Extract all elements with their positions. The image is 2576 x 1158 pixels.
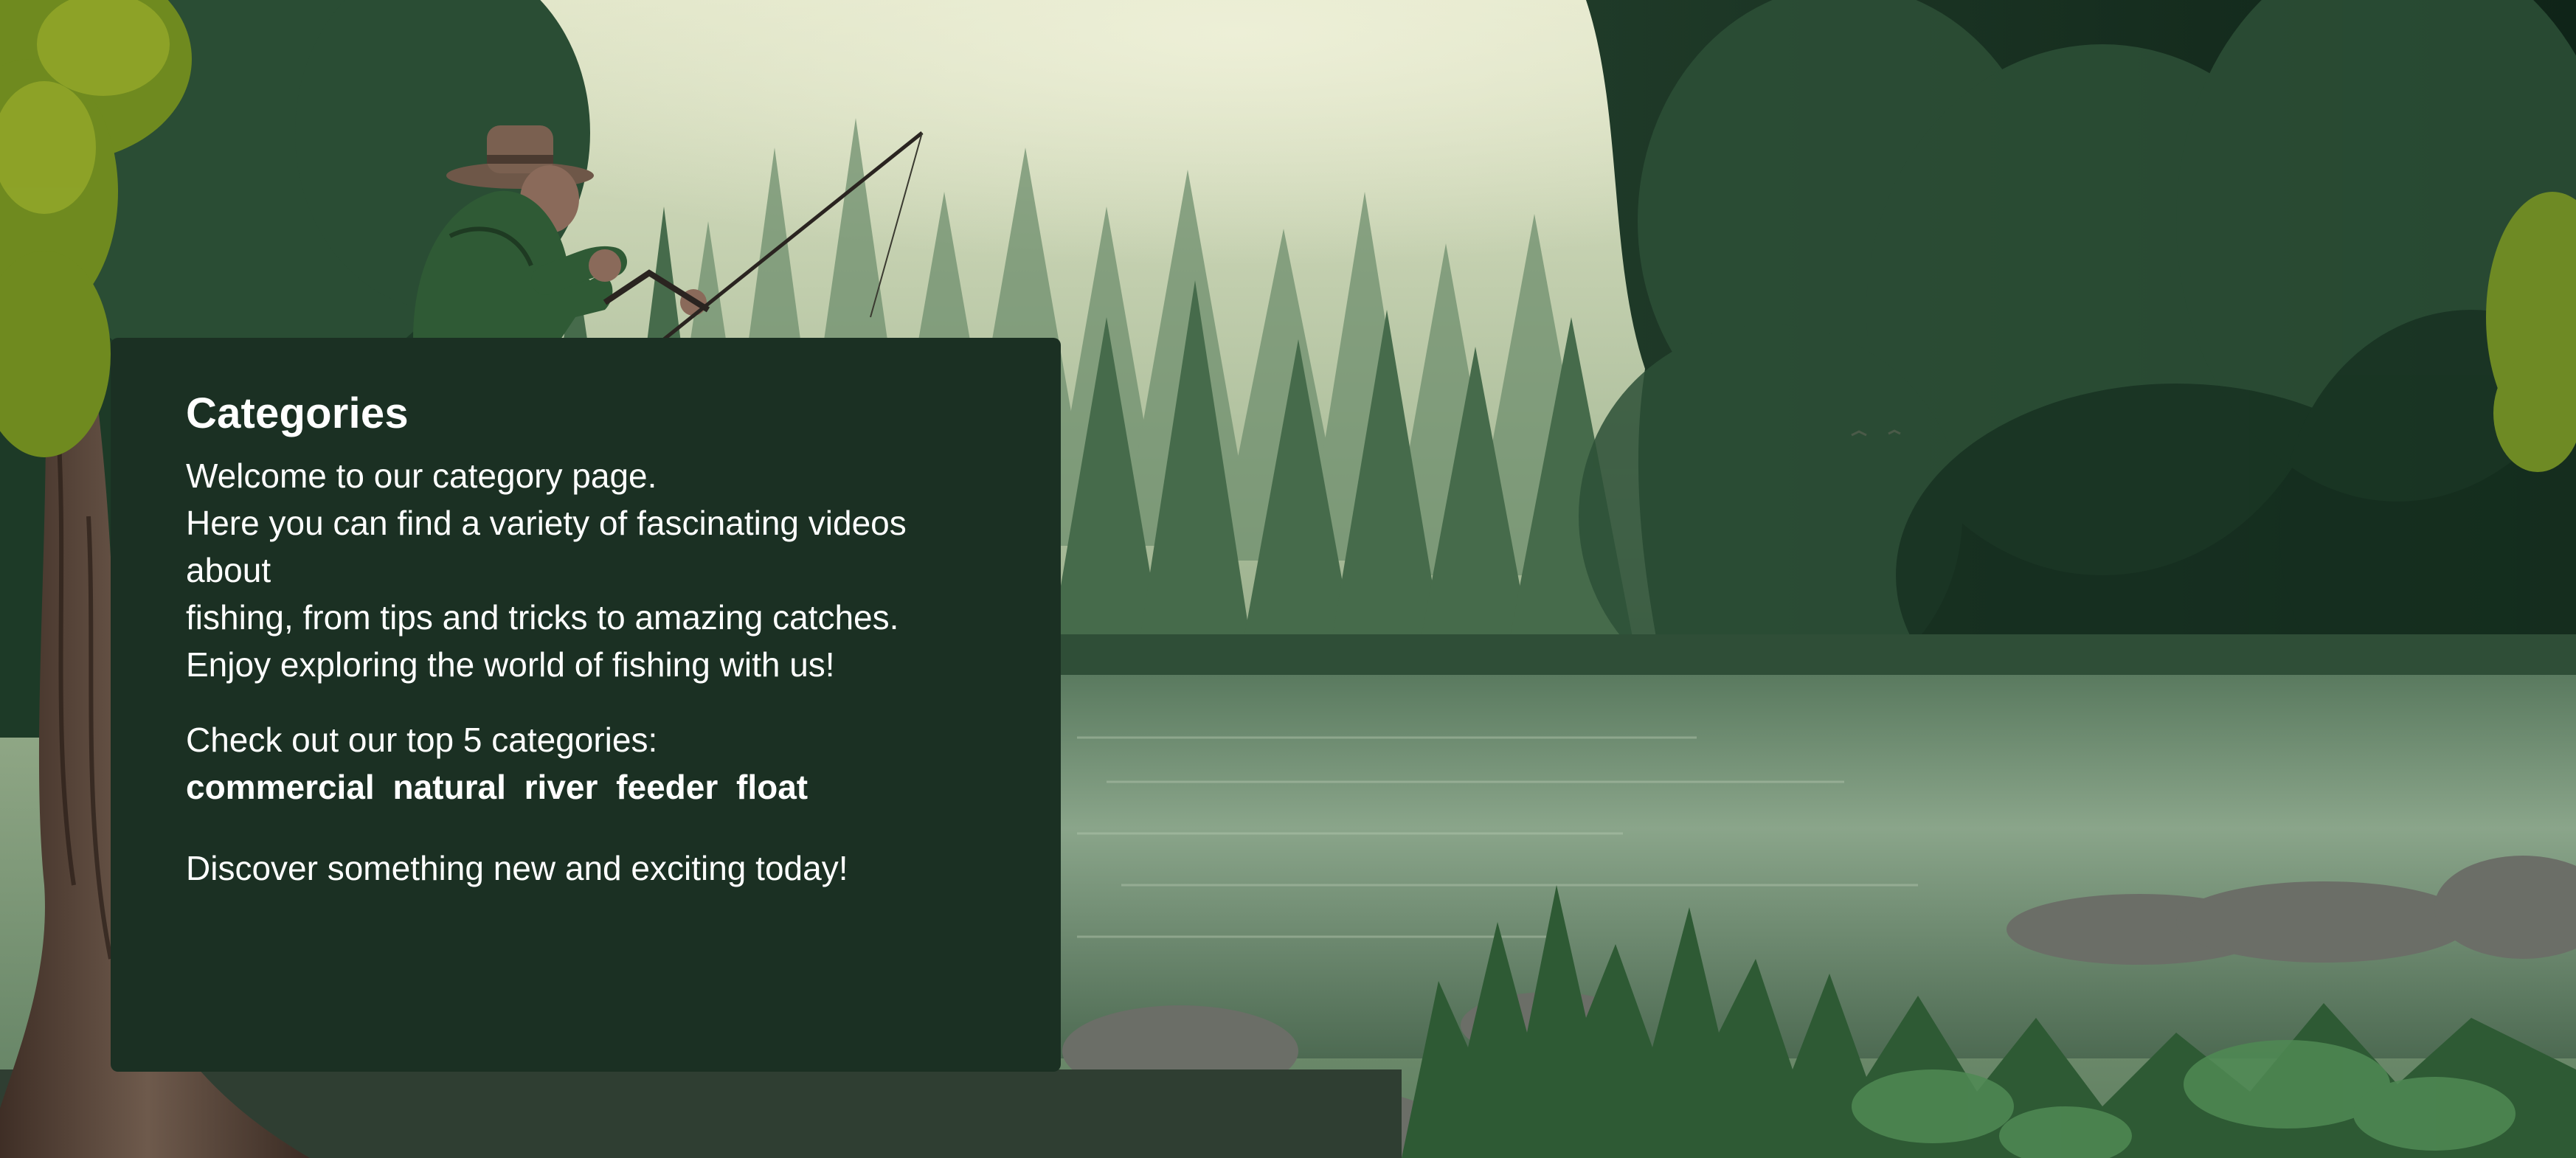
intro-line: Here you can find a variety of fascinati… [186,503,907,589]
category-commercial[interactable]: commercial [186,768,375,806]
category-float[interactable]: float [736,768,808,806]
intro-line: Enjoy exploring the world of fishing wit… [186,645,835,684]
top-categories-label: Check out our top 5 categories: [186,720,658,759]
category-natural[interactable]: natural [392,768,505,806]
categories-panel: Categories Welcome to our category page.… [111,338,1061,1072]
intro-line: Welcome to our category page. [186,456,657,495]
outro-text: Discover something new and exciting toda… [186,848,848,887]
top-categories-block: Check out our top 5 categories: commerci… [186,716,987,811]
page-title: Categories [186,389,409,437]
category-feeder[interactable]: feeder [616,768,718,806]
intro-line: fishing, from tips and tricks to amazing… [186,597,899,637]
intro-text: Welcome to our category page. Here you c… [186,452,987,688]
top-categories-list: commercial natural river feeder float [186,763,987,811]
category-river[interactable]: river [524,768,598,806]
